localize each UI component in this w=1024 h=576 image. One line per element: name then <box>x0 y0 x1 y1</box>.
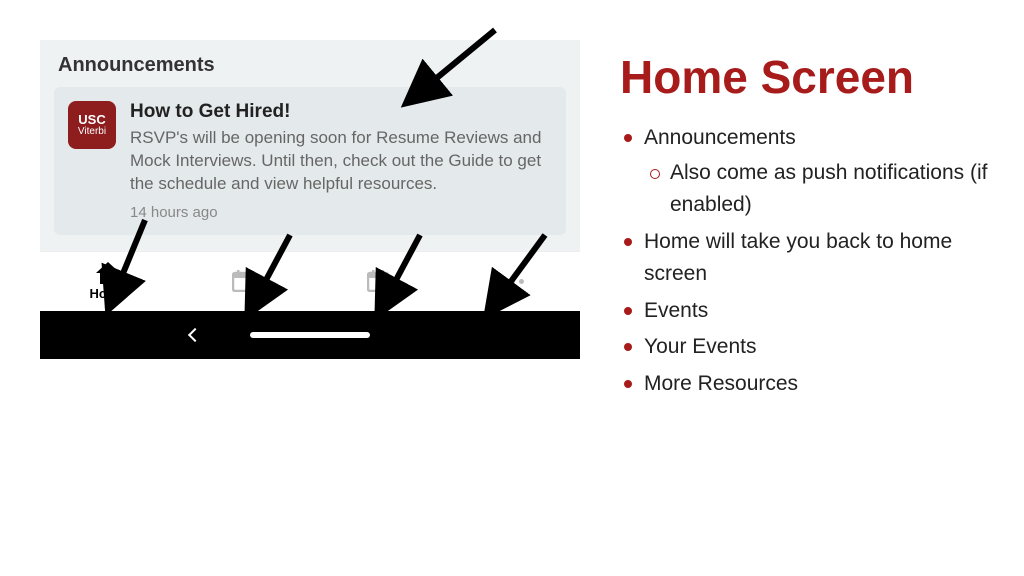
more-icon <box>501 270 524 292</box>
home-pill[interactable] <box>250 332 370 338</box>
phone-screenshot: Announcements USC Viterbi How to Get Hir… <box>40 40 580 359</box>
card-timestamp: 14 hours ago <box>130 204 550 221</box>
bullet-list: Announcements Also come as push notifica… <box>620 122 994 400</box>
bullet-item: More Resources <box>620 368 994 401</box>
tab-home-label: Home <box>89 286 125 301</box>
announcements-header: Announcements <box>40 40 580 87</box>
tab-events[interactable] <box>208 270 278 292</box>
bullet-item: Events <box>620 295 994 328</box>
tab-more[interactable] <box>478 270 548 292</box>
calendar-icon <box>367 270 389 292</box>
bullet-item: Announcements Also come as push notifica… <box>620 122 994 222</box>
announcement-card[interactable]: USC Viterbi How to Get Hired! RSVP's wil… <box>54 87 566 235</box>
bullet-item: Home will take you back to home screen <box>620 226 994 291</box>
back-button[interactable] <box>188 328 202 342</box>
calendar-icon <box>232 270 254 292</box>
sub-bullet-item: Also come as push notifications (if enab… <box>644 157 994 222</box>
usc-viterbi-icon: USC Viterbi <box>68 101 116 149</box>
slide-title: Home Screen <box>620 50 994 104</box>
card-title: How to Get Hired! <box>130 101 550 123</box>
android-nav-bar <box>40 311 580 359</box>
tab-your-events[interactable] <box>343 270 413 292</box>
tab-home[interactable]: Home <box>73 262 143 301</box>
home-icon <box>96 262 120 284</box>
card-body-text: RSVP's will be opening soon for Resume R… <box>130 127 550 196</box>
bullet-item: Your Events <box>620 331 994 364</box>
bottom-tab-bar: Home <box>40 251 580 311</box>
